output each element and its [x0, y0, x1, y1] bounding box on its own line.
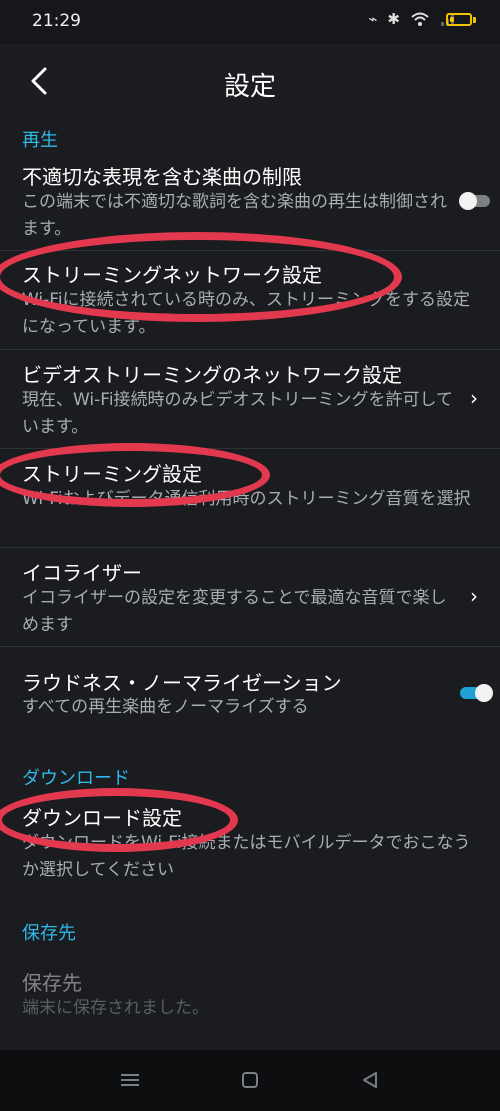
item-subtitle: イコライザーの設定を変更することで最適な音質で楽しめます [22, 588, 447, 635]
explicit-content-setting[interactable]: 不適切な表現を含む楽曲の制限 この端末では不適切な歌詞を含む楽曲の再生は制御され… [0, 158, 500, 250]
explicit-toggle[interactable] [459, 192, 490, 210]
home-nav-button[interactable] [230, 1064, 270, 1096]
battery-icon [446, 13, 472, 26]
battery-tip [473, 17, 476, 23]
wifi-icon [411, 12, 429, 26]
bluetooth-icon: ✱ [387, 10, 400, 28]
section-storage: 保存先 [22, 923, 76, 944]
item-title: 不適切な表現を含む楽曲の制限 [22, 165, 302, 189]
item-subtitle: すべての再生楽曲をノーマライズする [22, 697, 309, 717]
loudness-normalization-setting[interactable]: ラウドネス・ノーマライゼーション すべての再生楽曲をノーマライズする [0, 647, 500, 737]
status-bar: 21:29 ⌁ ✱ [0, 0, 500, 44]
item-title: ストリーミング設定 [22, 462, 202, 486]
loudness-toggle[interactable] [460, 684, 493, 702]
item-title: 保存先 [22, 971, 82, 995]
section-download: ダウンロード [22, 768, 130, 789]
status-icons: ⌁ ✱ [368, 10, 458, 28]
item-subtitle: この端末では不適切な歌詞を含む楽曲の再生は制御されます。 [22, 192, 447, 239]
vibrate-off-icon: ⌁ [368, 10, 378, 28]
chevron-right-icon: › [470, 386, 478, 410]
menu-icon [121, 1074, 139, 1086]
streaming-quality-setting[interactable]: ストリーミング設定 Wi-Fiおよびデータ通信利用時のストリーミング音質を選択 [0, 449, 500, 547]
item-title: ラウドネス・ノーマライゼーション [22, 671, 342, 695]
equalizer-setting[interactable]: イコライザー イコライザーの設定を変更することで最適な音質で楽しめます › [0, 548, 500, 646]
video-network-setting[interactable]: ビデオストリーミングのネットワーク設定 現在、Wi-Fi接続時のみビデオストリー… [0, 350, 500, 448]
download-settings-item[interactable]: ダウンロード設定 ダウンロードをWi-Fi接続またはモバイルデータでおこなうか選… [0, 798, 500, 888]
back-nav-button[interactable] [350, 1064, 390, 1096]
home-square-icon [242, 1072, 258, 1088]
status-time: 21:29 [32, 11, 81, 31]
page-title: 設定 [223, 72, 276, 102]
item-subtitle: Wi-Fiおよびデータ通信利用時のストリーミング音質を選択 [22, 489, 471, 509]
item-subtitle: 端末に保存されました。 [22, 998, 209, 1018]
back-triangle-icon [363, 1072, 377, 1088]
menu-nav-button[interactable] [110, 1064, 150, 1096]
chevron-right-icon: › [470, 584, 478, 608]
item-title: ストリーミングネットワーク設定 [22, 263, 322, 287]
item-subtitle: 現在、Wi-Fi接続時のみビデオストリーミングを許可しています。 [22, 390, 454, 437]
item-subtitle: ダウンロードをWi-Fi接続またはモバイルデータでおこなうか選択してください [22, 833, 471, 880]
settings-list[interactable]: 再生 不適切な表現を含む楽曲の制限 この端末では不適切な歌詞を含む楽曲の再生は制… [0, 122, 500, 1050]
item-title: ビデオストリーミングのネットワーク設定 [22, 363, 402, 387]
item-title: ダウンロード設定 [22, 806, 182, 830]
item-subtitle: Wi-Fiに接続されている時のみ、ストリーミングをする設定になっています。 [22, 290, 471, 337]
app-header: 設定 [0, 44, 500, 122]
streaming-network-setting[interactable]: ストリーミングネットワーク設定 Wi-Fiに接続されている時のみ、ストリーミング… [0, 251, 500, 349]
item-title: イコライザー [22, 561, 142, 585]
storage-location-item: 保存先 端末に保存されました。 [0, 960, 500, 1050]
system-nav-bar [0, 1050, 500, 1111]
section-playback: 再生 [22, 130, 58, 151]
